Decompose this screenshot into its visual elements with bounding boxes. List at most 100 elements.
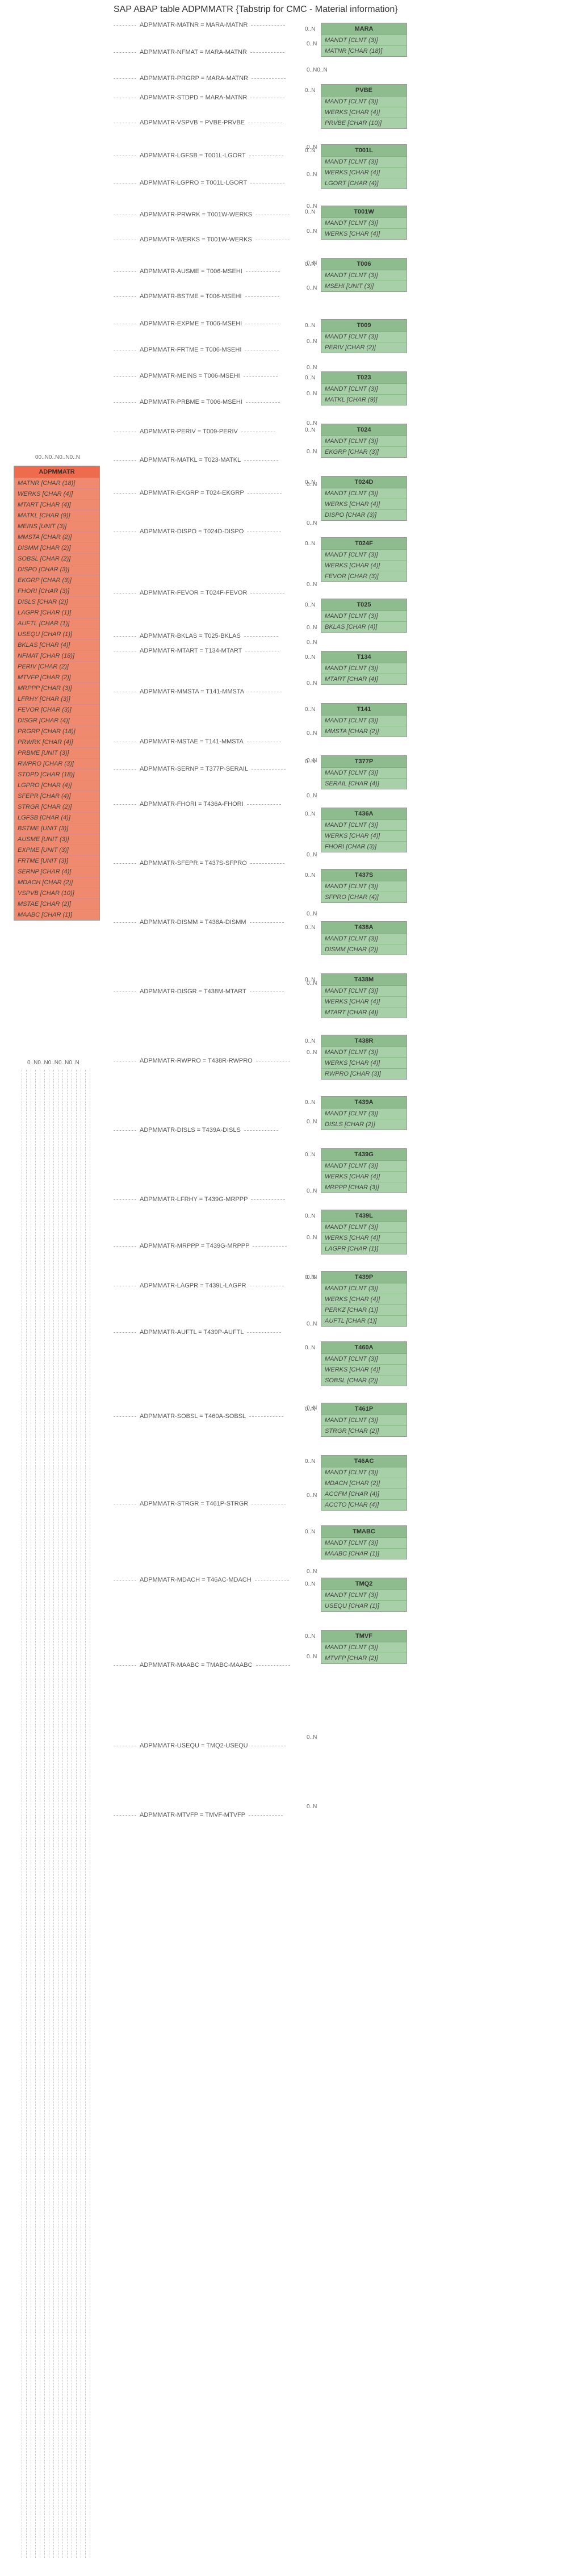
relation-edge: ADPMMATR-PERIV = T009-PERIV bbox=[114, 426, 318, 437]
relation-edge: ADPMMATR-PRGRP = MARA-MATNR bbox=[114, 73, 318, 84]
target-table: T438RMANDT [CLNT (3)]WERKS [CHAR (4)]RWP… bbox=[321, 1035, 407, 1080]
relation-edge: ADPMMATR-VSPVB = PVBE-PRVBE bbox=[114, 117, 318, 128]
relation-edge: ADPMMATR-MTART = T134-MTART bbox=[114, 645, 318, 656]
target-field: PRVBE [CHAR (10)] bbox=[321, 118, 407, 128]
target-field: MANDT [CLNT (3)] bbox=[321, 663, 407, 674]
relation-label: ADPMMATR-LFRHY = T439G-MRPPP bbox=[136, 1196, 251, 1203]
relation-label: ADPMMATR-NFMAT = MARA-MATNR bbox=[136, 49, 250, 56]
target-field: SERAIL [CHAR (4)] bbox=[321, 779, 407, 789]
relation-label: ADPMMATR-MATKL = T023-MATKL bbox=[136, 457, 244, 463]
relation-edge: ADPMMATR-MMSTA = T141-MMSTA bbox=[114, 686, 318, 697]
target-field: MATKL [CHAR (9)] bbox=[321, 395, 407, 405]
cardinality-label: 0..N bbox=[305, 1633, 315, 1640]
cardinality-label: 0..N bbox=[307, 1804, 317, 1810]
target-table: T025MANDT [CLNT (3)]BKLAS [CHAR (4)] bbox=[321, 599, 407, 633]
target-table-header: T437S bbox=[321, 869, 407, 881]
target-table: T024FMANDT [CLNT (3)]WERKS [CHAR (4)]FEV… bbox=[321, 537, 407, 582]
target-field: MMSTA [CHAR (2)] bbox=[321, 726, 407, 737]
relation-label: ADPMMATR-FEVOR = T024F-FEVOR bbox=[136, 589, 250, 596]
cardinality-label: 0..N bbox=[305, 811, 315, 817]
relation-edge: ADPMMATR-EXPME = T006-MSEHI bbox=[114, 318, 318, 329]
target-field: ACCFM [CHAR (4)] bbox=[321, 1489, 407, 1500]
source-field: MATNR [CHAR (18)] bbox=[14, 478, 99, 489]
source-field: RWPRO [CHAR (3)] bbox=[14, 759, 99, 770]
target-field: MANDT [CLNT (3)] bbox=[321, 1590, 407, 1601]
source-field: SFEPR [CHAR (4)] bbox=[14, 791, 99, 802]
cardinality-label: 0..N bbox=[307, 1569, 317, 1575]
target-table: T024MANDT [CLNT (3)]EKGRP [CHAR (3)] bbox=[321, 424, 407, 458]
target-field: MANDT [CLNT (3)] bbox=[321, 270, 407, 281]
relation-edge: ADPMMATR-SFEPR = T437S-SFPRO bbox=[114, 858, 318, 869]
target-field: LGORT [CHAR (4)] bbox=[321, 178, 407, 189]
target-table-header: T377P bbox=[321, 756, 407, 768]
target-table: T001LMANDT [CLNT (3)]WERKS [CHAR (4)]LGO… bbox=[321, 144, 407, 189]
relation-edge: ADPMMATR-LGFSB = T001L-LGORT bbox=[114, 150, 318, 161]
relation-label: ADPMMATR-MTART = T134-MTART bbox=[136, 647, 245, 654]
relation-edge: ADPMMATR-FEVOR = T024F-FEVOR bbox=[114, 587, 318, 599]
source-field: MDACH [CHAR (2)] bbox=[14, 877, 99, 888]
cardinality-label: 0..N bbox=[307, 338, 317, 345]
target-field: MTART [CHAR (4)] bbox=[321, 674, 407, 684]
source-field: DISLS [CHAR (2)] bbox=[14, 597, 99, 608]
source-field: MMSTA [CHAR (2)] bbox=[14, 532, 99, 543]
source-field: MRPPP [CHAR (3)] bbox=[14, 683, 99, 694]
relation-edge: ADPMMATR-MAABC = TMABC-MAABC bbox=[114, 1659, 318, 1671]
target-table-header: T141 bbox=[321, 704, 407, 716]
target-table-header: T006 bbox=[321, 258, 407, 270]
target-field: MANDT [CLNT (3)] bbox=[321, 986, 407, 997]
target-table: T461PMANDT [CLNT (3)]STRGR [CHAR (2)] bbox=[321, 1403, 407, 1437]
cardinality-label: 0..N bbox=[305, 925, 315, 931]
target-table: T134MANDT [CLNT (3)]MTART [CHAR (4)] bbox=[321, 651, 407, 685]
target-table: T439GMANDT [CLNT (3)]WERKS [CHAR (4)]MRP… bbox=[321, 1148, 407, 1193]
cardinality-label: 0..N bbox=[307, 285, 317, 291]
target-field: MDACH [CHAR (2)] bbox=[321, 1478, 407, 1489]
target-field: STRGR [CHAR (2)] bbox=[321, 1426, 407, 1436]
target-field: MANDT [CLNT (3)] bbox=[321, 218, 407, 229]
target-table-header: MARA bbox=[321, 23, 407, 35]
source-field: SOBSL [CHAR (2)] bbox=[14, 554, 99, 564]
relation-edge: ADPMMATR-DISPO = T024D-DISPO bbox=[114, 526, 318, 537]
relation-label: ADPMMATR-SFEPR = T437S-SFPRO bbox=[136, 860, 250, 867]
relation-edge: ADPMMATR-BSTME = T006-MSEHI bbox=[114, 291, 318, 302]
relation-label: ADPMMATR-DISLS = T439A-DISLS bbox=[136, 1127, 244, 1134]
relation-edge: ADPMMATR-WERKS = T001W-WERKS bbox=[114, 234, 318, 245]
cardinality-label: 0..N bbox=[307, 1654, 317, 1660]
relation-edge: ADPMMATR-BKLAS = T025-BKLAS bbox=[114, 630, 318, 642]
decorative-lines bbox=[18, 1070, 98, 2558]
cardinality-label: 0..N bbox=[307, 1734, 317, 1741]
relation-edge: ADPMMATR-PRWRK = T001W-WERKS bbox=[114, 209, 318, 220]
relation-edge: ADPMMATR-DISGR = T438M-MTART bbox=[114, 986, 318, 997]
relation-edge: ADPMMATR-MTVFP = TMVF-MTVFP bbox=[114, 1809, 318, 1821]
target-table-header: T439G bbox=[321, 1149, 407, 1161]
cardinality-label: 0..N bbox=[307, 639, 317, 646]
relation-label: ADPMMATR-MATNR = MARA-MATNR bbox=[136, 22, 251, 28]
target-table-header: T024F bbox=[321, 538, 407, 550]
target-table-header: T025 bbox=[321, 599, 407, 611]
target-field: MANDT [CLNT (3)] bbox=[321, 97, 407, 107]
target-field: MANDT [CLNT (3)] bbox=[321, 768, 407, 779]
cardinality-label: 0..N bbox=[305, 1529, 315, 1535]
cardinality-label: 0..N bbox=[305, 1099, 315, 1106]
source-field: LGPRO [CHAR (4)] bbox=[14, 780, 99, 791]
source-field: STRGR [CHAR (2)] bbox=[14, 802, 99, 813]
relation-label: ADPMMATR-DISMM = T438A-DISMM bbox=[136, 919, 250, 926]
cardinality-label: 0..N bbox=[307, 449, 317, 455]
cardinality-top: 00..N0..N0..N0..N bbox=[35, 454, 80, 461]
source-field: DISGR [CHAR (4)] bbox=[14, 716, 99, 726]
target-table-header: T439A bbox=[321, 1097, 407, 1109]
relation-label: ADPMMATR-EKGRP = T024-EKGRP bbox=[136, 490, 248, 496]
relation-label: ADPMMATR-MAABC = TMABC-MAABC bbox=[136, 1662, 256, 1668]
target-field: WERKS [CHAR (4)] bbox=[321, 1172, 407, 1182]
relation-edge: ADPMMATR-MEINS = T006-MSEHI bbox=[114, 370, 318, 382]
target-table: T438AMANDT [CLNT (3)]DISMM [CHAR (2)] bbox=[321, 921, 407, 955]
relation-edge: ADPMMATR-LGPRO = T001L-LGORT bbox=[114, 177, 318, 189]
cardinality-label: 0..N bbox=[307, 730, 317, 737]
source-field: AUFTL [CHAR (1)] bbox=[14, 618, 99, 629]
target-table: T009MANDT [CLNT (3)]PERIV [CHAR (2)] bbox=[321, 319, 407, 353]
target-field: LAGPR [CHAR (1)] bbox=[321, 1244, 407, 1254]
relation-label: ADPMMATR-MSTAE = T141-MMSTA bbox=[136, 738, 247, 745]
cardinality-label: 0..N bbox=[307, 1119, 317, 1125]
source-field: PRGRP [CHAR (18)] bbox=[14, 726, 99, 737]
target-table-header: T436A bbox=[321, 808, 407, 820]
source-field: LFRHY [CHAR (3)] bbox=[14, 694, 99, 705]
